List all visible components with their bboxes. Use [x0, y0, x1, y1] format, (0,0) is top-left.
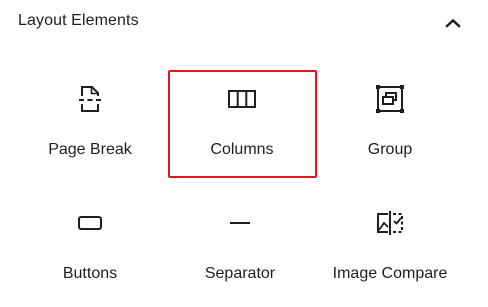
- block-label: Page Break: [48, 141, 132, 158]
- panel-header[interactable]: Layout Elements: [0, 0, 488, 46]
- collapse-toggle-button[interactable]: [440, 10, 466, 36]
- block-label: Separator: [204, 265, 276, 282]
- block-image-compare[interactable]: Image Compare: [316, 190, 464, 302]
- image-compare-icon: [316, 206, 464, 240]
- block-label: Image Compare: [332, 265, 448, 282]
- separator-icon: [166, 206, 314, 240]
- block-label: Buttons: [62, 265, 118, 282]
- block-group[interactable]: Group: [316, 66, 464, 178]
- layout-elements-panel: Layout Elements Page Break Columns Group…: [0, 0, 488, 307]
- block-label: Group: [367, 141, 413, 158]
- block-columns[interactable]: Columns: [168, 66, 316, 178]
- page-break-icon: [16, 82, 164, 116]
- block-page-break[interactable]: Page Break: [16, 66, 164, 178]
- block-buttons[interactable]: Buttons: [16, 190, 164, 302]
- block-separator[interactable]: Separator: [166, 190, 314, 302]
- group-icon: [316, 82, 464, 116]
- chevron-up-icon: [445, 18, 461, 28]
- buttons-icon: [16, 206, 164, 240]
- columns-icon: [168, 82, 316, 116]
- block-label: Columns: [210, 141, 274, 158]
- panel-title: Layout Elements: [18, 12, 139, 29]
